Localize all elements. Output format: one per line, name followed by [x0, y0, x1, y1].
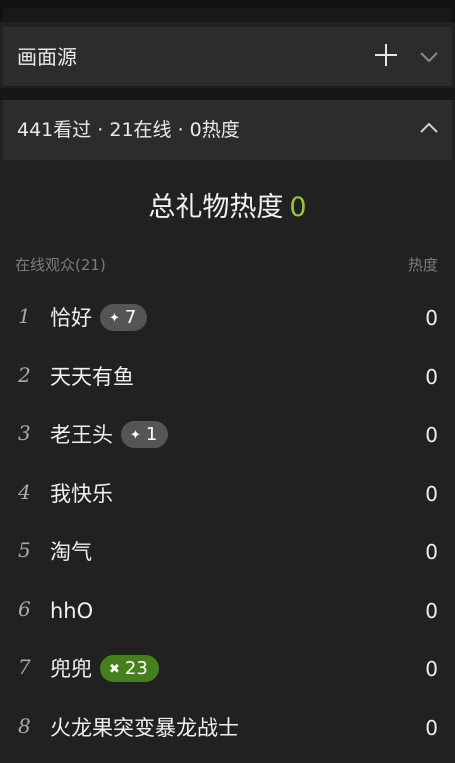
audience-rank: 3 [18, 421, 31, 445]
fan-badge-level: 23 [124, 657, 148, 679]
gift-total: 总礼物热度 0 [0, 188, 455, 228]
audience-name: 恰好 [50, 306, 92, 330]
audience-row[interactable]: 2 天天有鱼 0 [0, 349, 455, 408]
audience-list: 1 恰好 ✦ 7 0 2 天天有鱼 0 3 老王头 ✦ 1 0 4 我快乐 0 5 淘气… [0, 290, 455, 758]
sparkle-icon: ✦ [109, 310, 120, 326]
audience-row[interactable]: 1 恰好 ✦ 7 0 [0, 290, 455, 349]
top-strip [0, 0, 455, 22]
audience-name-line: 兜兜 ✖ 23 [50, 654, 159, 684]
heat-column-label: 热度 [407, 256, 438, 274]
gift-total-value: 0 [289, 192, 307, 223]
audience-heat: 0 [425, 715, 438, 740]
audience-rank: 7 [18, 655, 31, 679]
chevron-up-icon[interactable] [419, 121, 439, 135]
audience-row[interactable]: 5 淘气 0 [0, 524, 455, 583]
audience-list-header: 在线观众(21) 热度 [0, 250, 455, 278]
badge-cross-icon: ✖ [109, 661, 120, 677]
audience-rank: 4 [18, 479, 31, 504]
stats-panel-title: 441看过 · 21在线 · 0热度 [17, 119, 240, 141]
panel-gap [0, 88, 455, 100]
audience-name: hhO [50, 598, 94, 623]
audience-row[interactable]: 3 老王头 ✦ 1 0 [0, 407, 455, 466]
top-strip-inner [3, 8, 452, 22]
audience-name: 兜兜 [50, 657, 92, 681]
source-panel-header[interactable]: 画面源 [3, 27, 452, 87]
audience-rank: 1 [18, 304, 31, 328]
fan-badge: ✦ 1 [121, 420, 169, 448]
audience-name: 老王头 [50, 423, 113, 447]
audience-rank: 6 [18, 596, 31, 621]
audience-heat: 0 [425, 364, 438, 389]
audience-name-line: 恰好 ✦ 7 [50, 303, 148, 333]
gift-total-label: 总礼物热度 [148, 192, 284, 223]
audience-rank: 8 [18, 713, 31, 738]
audience-heat: 0 [425, 423, 438, 447]
fan-badge-level: 1 [145, 423, 158, 445]
audience-rank: 5 [18, 538, 31, 562]
audience-row[interactable]: 6 hhO 0 [0, 583, 455, 642]
stats-panel-header[interactable]: 441看过 · 21在线 · 0热度 [3, 100, 452, 160]
fan-badge: ✦ 7 [100, 303, 148, 331]
audience-rank: 2 [18, 362, 31, 387]
audience-name: 我快乐 [50, 481, 113, 506]
audience-name: 火龙果突变暴龙战士 [50, 715, 239, 740]
audience-row[interactable]: 7 兜兜 ✖ 23 0 [0, 641, 455, 700]
online-audience-label: 在线观众(21) [15, 256, 106, 274]
audience-heat: 0 [425, 306, 438, 330]
audience-heat: 0 [425, 598, 438, 623]
audience-heat: 0 [425, 481, 438, 506]
chevron-down-icon[interactable] [419, 50, 439, 64]
fan-badge-level: 7 [124, 306, 137, 328]
audience-heat: 0 [425, 540, 438, 564]
audience-name: 天天有鱼 [50, 364, 134, 389]
audience-name: 淘气 [50, 540, 92, 564]
fan-badge: ✖ 23 [100, 654, 159, 682]
audience-row[interactable]: 8 火龙果突变暴龙战士 0 [0, 700, 455, 759]
audience-heat: 0 [425, 657, 438, 681]
plus-icon[interactable] [375, 44, 397, 66]
sparkle-icon: ✦ [130, 427, 141, 443]
audience-row[interactable]: 4 我快乐 0 [0, 466, 455, 525]
source-panel-title: 画面源 [17, 45, 77, 69]
audience-name-line: 老王头 ✦ 1 [50, 420, 169, 450]
